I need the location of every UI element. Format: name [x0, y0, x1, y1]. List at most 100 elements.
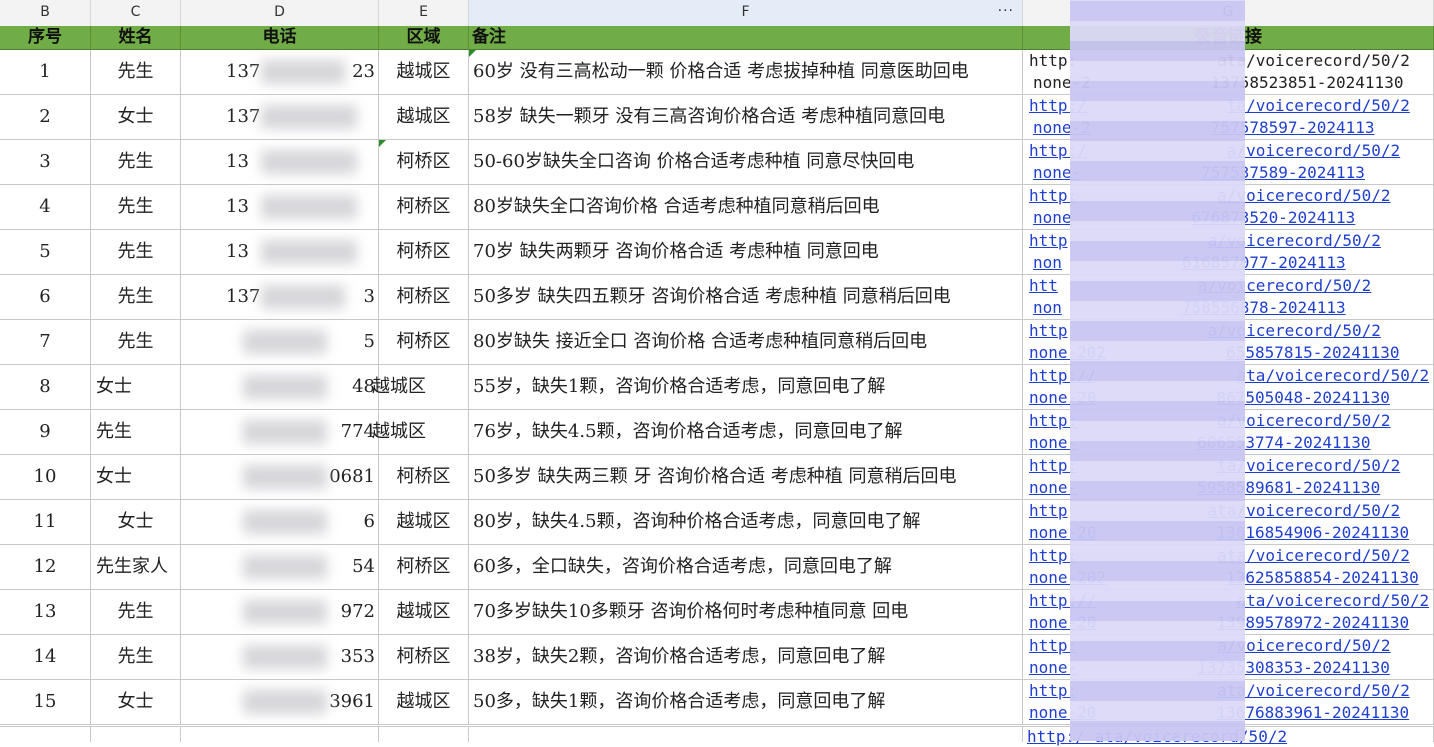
cell-area[interactable]: 柯桥区	[379, 230, 469, 275]
cell-phone[interactable]: 5	[181, 320, 379, 365]
cell-phone[interactable]: 54	[181, 545, 379, 590]
cell-seq[interactable]: 3	[0, 140, 91, 185]
cell-note[interactable]: 76岁，缺失4.5颗，咨询价格合适考虑，同意回电了解	[469, 410, 1023, 455]
cell-phone[interactable]: 3961	[181, 680, 379, 725]
privacy-mosaic	[1070, 0, 1245, 741]
cell-seq[interactable]: 6	[0, 275, 91, 320]
cell-phone[interactable]: 353	[181, 635, 379, 680]
cell-note[interactable]: 38岁，缺失2颗，咨询价格合适考虑，同意回电了解	[469, 635, 1023, 680]
cell-area[interactable]: 柯桥区	[379, 140, 469, 185]
link-suffix: 13616854906-20241130	[1216, 523, 1410, 542]
link-prefix: none	[1033, 208, 1072, 227]
header-cell-seq[interactable]: 序号	[0, 26, 91, 50]
cell-note[interactable]: 58岁 缺失一颗牙 没有三高咨询价格合适 考虑种植同意回电	[469, 95, 1023, 140]
cell-name[interactable]: 先生	[91, 410, 181, 455]
column-header-b[interactable]: B	[0, 0, 91, 26]
cell-phone[interactable]: 137	[181, 95, 379, 140]
cell-seq[interactable]: 1	[0, 50, 91, 95]
cell-note[interactable]: 60多，全口缺失，咨询价格合适考虑，同意回电了解	[469, 545, 1023, 590]
cell-name[interactable]: 先生	[91, 230, 181, 275]
cell-area[interactable]: 越城区	[379, 590, 469, 635]
cell-phone[interactable]: 13	[181, 185, 379, 230]
cell-note[interactable]: 70岁 缺失两颗牙 咨询价格合适 考虑种植 同意回电	[469, 230, 1023, 275]
cell-name[interactable]: 女士	[91, 680, 181, 725]
cell-note[interactable]: 80岁，缺失4.5颗，咨询种价格合适考虑，同意回电了解	[469, 500, 1023, 545]
cell-note[interactable]: 70多岁缺失10多颗牙 咨询价格何时考虑种植同意 回电	[469, 590, 1023, 635]
column-header-d[interactable]: D	[181, 0, 379, 26]
cell-seq[interactable]: 2	[0, 95, 91, 140]
cell-name[interactable]: 女士	[91, 95, 181, 140]
partial-cell[interactable]	[379, 727, 469, 742]
cell-note[interactable]: 80岁缺失全口咨询价格 合适考虑种植同意稍后回电	[469, 185, 1023, 230]
cell-note[interactable]: 80岁缺失 接近全口 咨询价格 合适考虑种植同意稍后回电	[469, 320, 1023, 365]
cell-seq[interactable]: 11	[0, 500, 91, 545]
privacy-blur	[261, 285, 345, 309]
cell-name[interactable]: 女士	[91, 500, 181, 545]
header-cell-area[interactable]: 区域	[379, 26, 469, 50]
cell-phone[interactable]: 0681	[181, 455, 379, 500]
cell-seq[interactable]: 8	[0, 365, 91, 410]
cell-seq[interactable]: 4	[0, 185, 91, 230]
cell-seq[interactable]: 14	[0, 635, 91, 680]
cell-seq[interactable]: 13	[0, 590, 91, 635]
cell-note[interactable]: 50-60岁缺失全口咨询 价格合适考虑种植 同意尽快回电	[469, 140, 1023, 185]
column-header-e[interactable]: E	[379, 0, 469, 26]
cell-name[interactable]: 先生	[91, 50, 181, 95]
partial-cell[interactable]	[0, 727, 91, 742]
cell-seq[interactable]: 12	[0, 545, 91, 590]
cell-phone[interactable]: 137 3	[181, 275, 379, 320]
cell-seq[interactable]: 10	[0, 455, 91, 500]
cell-area[interactable]: 柯桥区	[379, 455, 469, 500]
cell-seq[interactable]: 5	[0, 230, 91, 275]
link-prefix: non	[1033, 298, 1062, 317]
cell-phone[interactable]: 137 23	[181, 50, 379, 95]
link-suffix: 13676883961-20241130	[1216, 703, 1410, 722]
cell-seq[interactable]: 15	[0, 680, 91, 725]
cell-note[interactable]: 55岁，缺失1颗，咨询价格合适考虑，同意回电了解	[469, 365, 1023, 410]
cell-area[interactable]: 越城区	[372, 410, 469, 455]
cell-name[interactable]: 先生	[91, 140, 181, 185]
cell-name[interactable]: 先生	[91, 185, 181, 230]
cell-name[interactable]: 先生家人	[91, 545, 181, 590]
partial-cell[interactable]	[469, 727, 1023, 742]
cell-area[interactable]: 柯桥区	[379, 635, 469, 680]
partial-cell[interactable]	[91, 727, 181, 742]
column-header-c[interactable]: C	[91, 0, 181, 26]
cell-phone[interactable]: 972	[181, 590, 379, 635]
cell-area[interactable]: 越城区	[379, 680, 469, 725]
header-cell-phone[interactable]: 电话	[181, 26, 379, 50]
cell-area[interactable]: 越城区	[379, 50, 469, 95]
more-options-icon[interactable]: ···	[998, 0, 1014, 23]
cell-seq[interactable]: 9	[0, 410, 91, 455]
cell-name[interactable]: 先生	[91, 320, 181, 365]
cell-phone[interactable]: 6	[181, 500, 379, 545]
cell-area[interactable]: 柯桥区	[379, 320, 469, 365]
phone-suffix: 54	[352, 556, 375, 577]
cell-seq[interactable]: 7	[0, 320, 91, 365]
cell-area[interactable]: 柯桥区	[379, 185, 469, 230]
cell-note[interactable]: 50多岁 缺失四五颗牙 咨询价格合适 考虑种植 同意稍后回电	[469, 275, 1023, 320]
cell-phone[interactable]: 48	[181, 365, 379, 410]
header-cell-note[interactable]: 备注	[469, 26, 1023, 50]
cell-note[interactable]: 50多岁 缺失两三颗 牙 咨询价格合适 考虑种植 同意稍后回电	[469, 455, 1023, 500]
cell-name[interactable]: 先生	[91, 590, 181, 635]
cell-name[interactable]: 先生	[91, 635, 181, 680]
privacy-blur	[261, 240, 357, 264]
column-header-f[interactable]: F ···	[469, 0, 1023, 26]
cell-area[interactable]: 柯桥区	[379, 545, 469, 590]
header-cell-name[interactable]: 姓名	[91, 26, 181, 50]
cell-phone[interactable]: 774	[181, 410, 379, 455]
privacy-blur	[243, 375, 327, 399]
cell-area[interactable]: 越城区	[379, 500, 469, 545]
cell-note[interactable]: 60岁 没有三高松动一颗 价格合适 考虑拔掉种植 同意医助回电	[469, 50, 1023, 95]
cell-note[interactable]: 50多，缺失1颗，咨询价格合适考虑，同意回电了解	[469, 680, 1023, 725]
cell-area[interactable]: 越城区	[379, 95, 469, 140]
cell-area[interactable]: 越城区	[372, 365, 469, 410]
cell-phone[interactable]: 13	[181, 230, 379, 275]
cell-name[interactable]: 女士	[91, 365, 181, 410]
cell-area[interactable]: 柯桥区	[379, 275, 469, 320]
cell-name[interactable]: 女士	[91, 455, 181, 500]
partial-cell[interactable]	[181, 727, 379, 742]
cell-phone[interactable]: 13	[181, 140, 379, 185]
cell-name[interactable]: 先生	[91, 275, 181, 320]
